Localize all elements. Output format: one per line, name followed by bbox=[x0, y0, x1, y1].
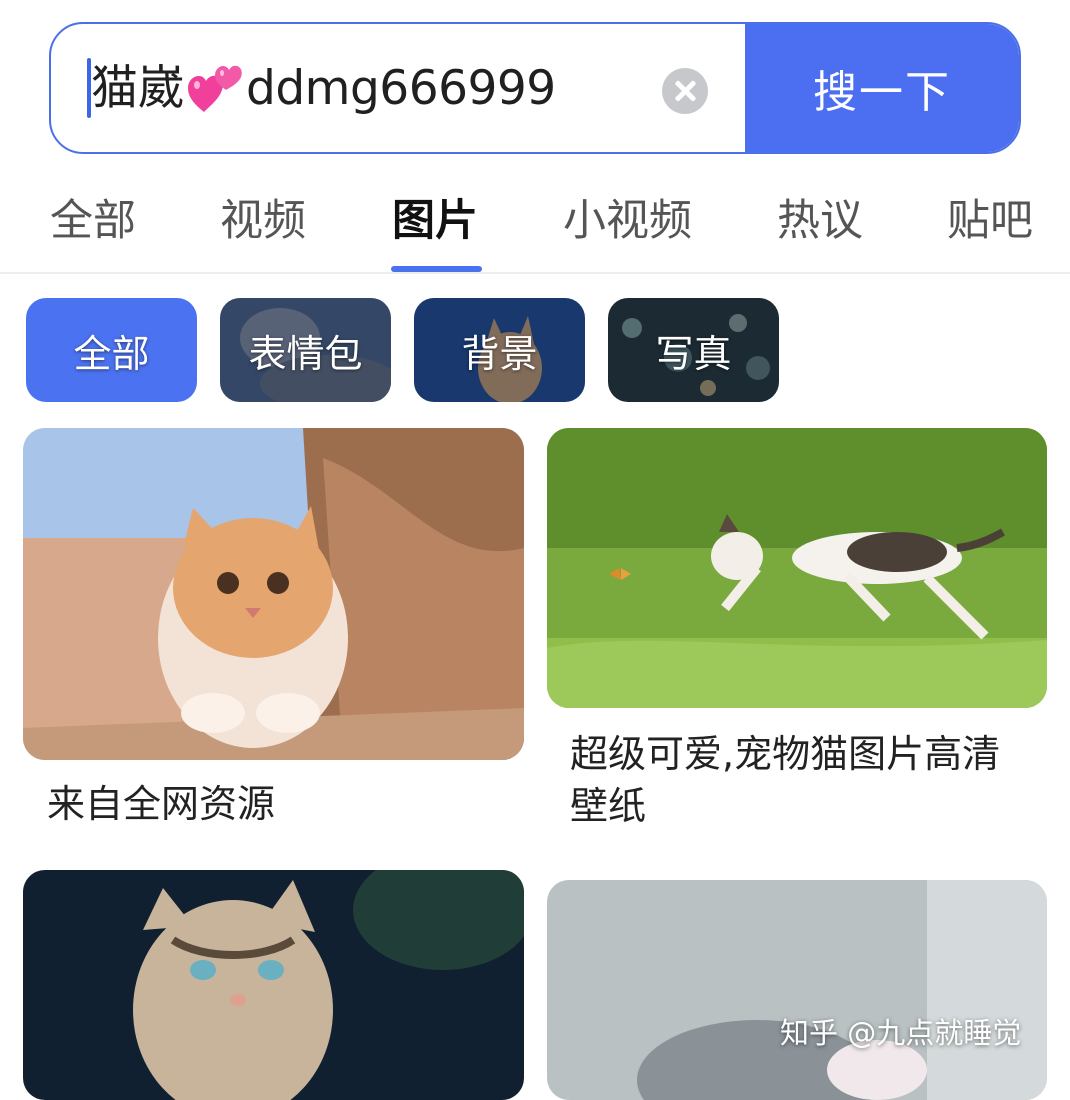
search-query-suffix: ddmg666999 bbox=[246, 61, 556, 116]
watermark: 知乎 @九点就睡觉 bbox=[780, 1016, 1022, 1050]
filter-chip-backgrounds[interactable]: 背景 bbox=[414, 298, 585, 402]
filter-chip-label: 全部 bbox=[73, 331, 150, 376]
filter-chip-stickers[interactable]: 表情包 bbox=[220, 298, 391, 402]
filter-chip-label: 表情包 bbox=[248, 331, 363, 376]
tab-video[interactable]: 视频 bbox=[220, 186, 306, 248]
result-image-1[interactable] bbox=[23, 428, 524, 760]
search-query-text: 猫崴 ddmg666999 bbox=[91, 54, 556, 124]
two-hearts-emoji-icon bbox=[186, 54, 244, 114]
result-type-tabs: 全部 视频 图片 小视频 热议 贴吧 bbox=[0, 168, 1070, 274]
filter-chip-portraits[interactable]: 写真 bbox=[608, 298, 779, 402]
search-query-prefix: 猫崴 bbox=[91, 61, 185, 116]
tab-short-video[interactable]: 小视频 bbox=[563, 186, 692, 248]
result-caption-2[interactable]: 超级可爱,宠物猫图片高清壁纸 bbox=[570, 728, 1030, 832]
tab-all[interactable]: 全部 bbox=[50, 186, 136, 248]
result-caption-1[interactable]: 来自全网资源 bbox=[47, 778, 275, 830]
result-image-3[interactable] bbox=[23, 870, 524, 1100]
tab-images[interactable]: 图片 bbox=[392, 186, 478, 248]
filter-chip-all[interactable]: 全部 bbox=[26, 298, 197, 402]
active-tab-indicator bbox=[391, 266, 482, 272]
result-image-4[interactable] bbox=[547, 880, 1047, 1100]
tab-tieba[interactable]: 贴吧 bbox=[947, 186, 1033, 248]
result-image-2[interactable] bbox=[547, 428, 1047, 708]
search-input[interactable]: 猫崴 ddmg666999 bbox=[51, 24, 745, 152]
image-filter-chips: 全部 表情包 背景 写真 bbox=[0, 298, 1070, 402]
filter-chip-label: 写真 bbox=[655, 331, 732, 376]
filter-chip-label: 背景 bbox=[461, 331, 538, 376]
search-button[interactable]: 搜一下 bbox=[745, 24, 1019, 152]
clear-icon[interactable] bbox=[662, 68, 708, 114]
search-bar: 猫崴 ddmg666999 搜一下 bbox=[49, 22, 1021, 154]
tab-hot-discussion[interactable]: 热议 bbox=[777, 186, 863, 248]
